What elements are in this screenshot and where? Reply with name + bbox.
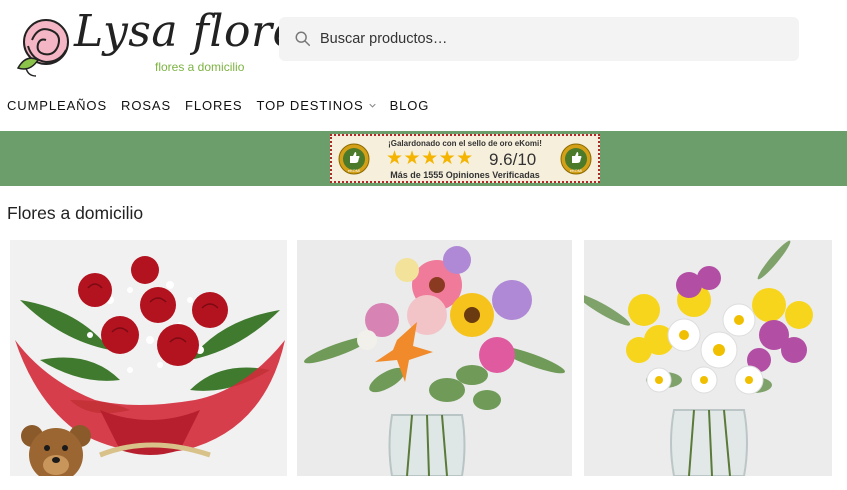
nav-item-blog[interactable]: BLOG (390, 98, 430, 113)
chevron-down-icon (368, 103, 376, 108)
product-image (297, 240, 572, 476)
ekomi-seal-icon: eKOMI (560, 143, 592, 175)
nav-item-top-destinos[interactable]: TOP DESTINOS (256, 97, 376, 113)
rating-stars: ★★★★★ (386, 148, 474, 169)
reviews-count: Más de 1555 Opiniones Verificadas (390, 170, 540, 180)
site-header: Lysa flores flores a domicilio (0, 0, 847, 90)
product-card-red-roses[interactable] (10, 240, 287, 476)
nav-item-label: CUMPLEAÑOS (7, 97, 108, 113)
product-card-mixed-bouquet[interactable] (297, 240, 572, 476)
site-logo[interactable]: Lysa flores flores a domicilio (12, 6, 322, 80)
main-nav: CUMPLEAÑOS ROSAS FLORES TOP DESTINOS BLO… (7, 96, 443, 114)
logo-subtitle: flores a domicilio (155, 60, 245, 74)
nav-item-label: ROSAS (121, 97, 172, 113)
badge-headline: ¡Galardonado con el sello de oro eKomi! (388, 139, 542, 148)
trust-banner: eKOMI ¡Galardonado con el sello de oro e… (0, 131, 847, 186)
svg-text:eKOMI: eKOMI (570, 168, 582, 173)
search-input[interactable] (320, 19, 780, 59)
nav-item-label: TOP DESTINOS (256, 97, 364, 113)
search-bar[interactable] (279, 17, 799, 61)
nav-item-cumpleanos[interactable]: CUMPLEAÑOS (7, 98, 107, 113)
rose-logo-icon (16, 19, 69, 77)
section-title: Flores a domicilio (7, 203, 144, 223)
product-card-daisy-bouquet[interactable] (584, 240, 832, 476)
ekomi-badge[interactable]: eKOMI ¡Galardonado con el sello de oro e… (330, 134, 600, 183)
nav-item-label: BLOG (389, 97, 430, 113)
nav-item-label: FLORES (185, 97, 243, 113)
search-icon (295, 31, 311, 47)
rating-score: 9.6/10 (489, 150, 537, 169)
product-image (584, 240, 832, 476)
nav-item-flores[interactable]: FLORES (185, 98, 242, 113)
product-image (10, 240, 287, 476)
nav-item-rosas[interactable]: ROSAS (121, 98, 171, 113)
